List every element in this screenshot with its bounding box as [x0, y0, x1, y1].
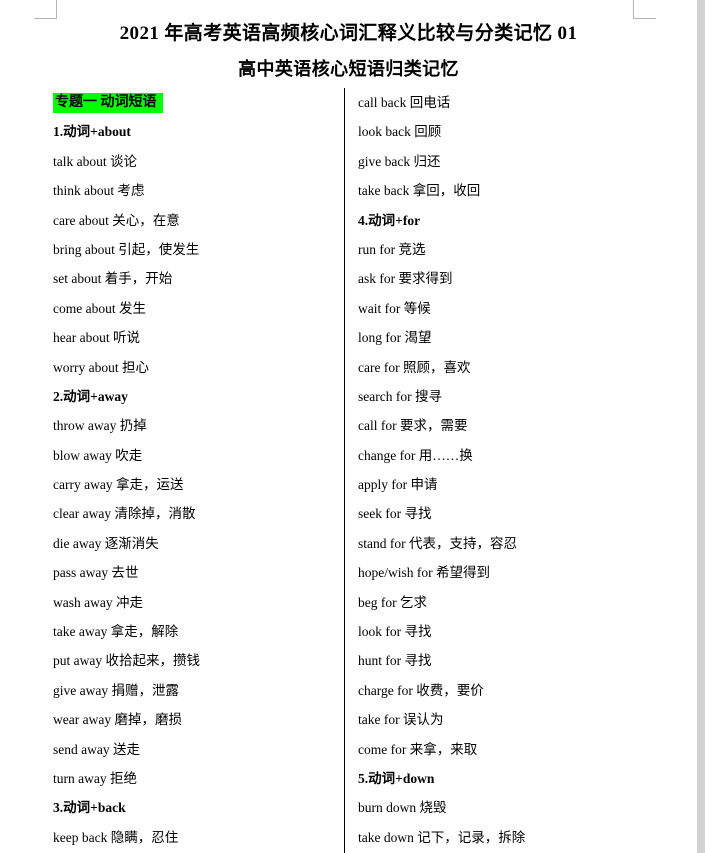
phrase-entry: give back 归还: [358, 153, 441, 169]
phrase-entry: look for 寻找: [358, 624, 432, 640]
phrase-entry: apply for 申请: [358, 477, 438, 493]
phrase-entry: bring about 引起，使发生: [53, 241, 200, 257]
crop-mark-top-right: [633, 0, 656, 19]
phrase-entry: throw away 扔掉: [53, 418, 147, 434]
left-column: 专题一 动词短语 1.动词+about talk about 谈论 think abo…: [53, 88, 335, 853]
phrase-entry: wash away 冲走: [53, 594, 143, 610]
right-column: call back 回电话 look back 回顾 give back 归还 tak…: [358, 88, 658, 853]
highlighted-topic-label: 专题一 动词短语: [53, 93, 163, 113]
phrase-entry: call back 回电话: [358, 95, 451, 110]
phrase-entry: come for 来拿，来取: [358, 741, 478, 757]
phrase-entry: blow away 吹走: [53, 447, 143, 463]
phrase-entry: keep back 隐瞒，忍住: [53, 829, 179, 845]
phrase-entry: carry away 拿走，运送: [53, 477, 184, 493]
phrase-entry: set about 着手，开始: [53, 271, 173, 287]
phrase-entry: turn away 拒绝: [53, 770, 137, 786]
phrase-entry: hope/wish for 希望得到: [358, 565, 490, 581]
phrase-entry: send away 送走: [53, 741, 140, 757]
phrase-entry: wear away 磨掉，磨损: [53, 712, 182, 728]
document-columns: 专题一 动词短语 1.动词+about talk about 谈论 think abo…: [0, 88, 697, 853]
phrase-entry: seek for 寻找: [358, 506, 432, 522]
phrase-entry: wait for 等候: [358, 300, 431, 316]
phrase-entry: care for 照顾，喜欢: [358, 359, 471, 375]
phrase-entry: burn down 烧毁: [358, 800, 447, 816]
phrase-entry: hunt for 寻找: [358, 653, 432, 669]
phrase-entry: hear about 听说: [53, 330, 140, 346]
document-title-sub: 高中英语核心短语归类记忆: [238, 59, 459, 79]
phrase-entry: take away 拿走，解除: [53, 624, 179, 640]
phrase-entry: clear away 清除掉，消散: [53, 506, 196, 522]
section-heading: 4.动词+for: [358, 212, 421, 228]
phrase-entry: think about 考虑: [53, 183, 145, 199]
phrase-entry: put away 收拾起来，攒钱: [53, 653, 200, 669]
phrase-entry: come about 发生: [53, 300, 146, 316]
phrase-entry: long for 渴望: [358, 330, 432, 346]
phrase-entry: take down 记下，记录，拆除: [358, 829, 526, 845]
phrase-entry: ask for 要求得到: [358, 271, 453, 287]
phrase-entry: charge for 收费，要价: [358, 682, 484, 698]
topic-heading: 专题一 动词短语: [53, 88, 335, 117]
section-heading: 1.动词+about: [53, 124, 131, 140]
section-heading: 3.动词+back: [53, 800, 126, 816]
phrase-entry: stand for 代表，支持，容忍: [358, 535, 517, 551]
phrase-entry: worry about 担心: [53, 359, 149, 375]
phrase-entry: pass away 去世: [53, 565, 139, 581]
document-title-main: 2021 年高考英语高频核心词汇释义比较与分类记忆 01: [119, 23, 578, 44]
phrase-entry: beg for 乞求: [358, 594, 427, 610]
crop-mark-top-left: [34, 0, 57, 19]
phrase-entry: die away 逐渐消失: [53, 535, 159, 551]
section-heading: 2.动词+away: [53, 388, 128, 404]
phrase-entry: give away 捐赠，泄露: [53, 682, 179, 698]
scrollbar-track[interactable]: [697, 0, 705, 853]
phrase-entry: run for 竞选: [358, 241, 426, 257]
phrase-entry: look back 回顾: [358, 124, 442, 140]
phrase-entry: change for 用……换: [358, 447, 473, 463]
phrase-entry: call for 要求，需要: [358, 418, 468, 434]
phrase-entry: talk about 谈论: [53, 153, 137, 169]
phrase-entry: take for 误认为: [358, 712, 444, 728]
section-heading: 5.动词+down: [358, 770, 435, 786]
phrase-entry: search for 搜寻: [358, 388, 442, 404]
document-page: 2021 年高考英语高频核心词汇释义比较与分类记忆 01 高中英语核心短语归类记…: [0, 0, 697, 853]
phrase-entry: care about 关心，在意: [53, 212, 180, 228]
phrase-entry: take back 拿回，收回: [358, 183, 481, 199]
